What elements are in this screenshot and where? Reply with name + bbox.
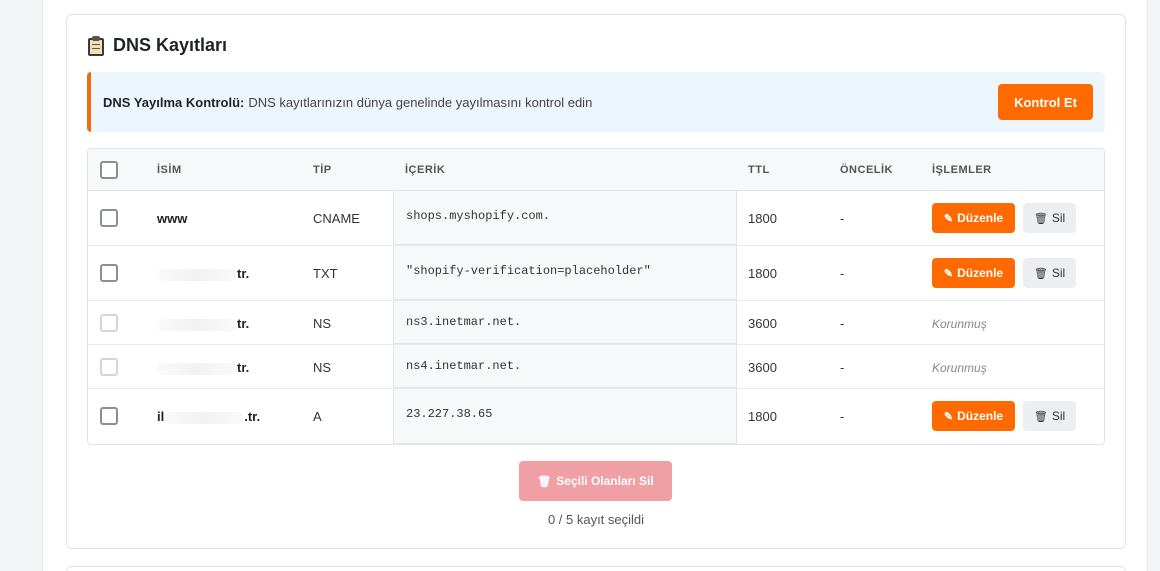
header-type: TİP <box>313 164 332 176</box>
record-type: CNAME <box>313 211 360 226</box>
record-name-prefix: il <box>157 409 165 424</box>
record-ttl: 1800 <box>748 409 777 424</box>
trash-icon: 🗑 <box>1033 267 1048 280</box>
trash-icon: 🗑 <box>1033 212 1048 225</box>
record-content: shops.myshopify.com. <box>393 191 737 245</box>
protected-label: Korunmuş <box>932 317 987 331</box>
table-row: il .tr. A 23.227.38.65 1800 - ✎ Düzenle 🗑… <box>88 389 1104 444</box>
edit-label: Düzenle <box>957 211 1004 225</box>
select-all-checkbox[interactable] <box>100 161 118 179</box>
next-card <box>66 566 1126 571</box>
notice-text: DNS kayıtlarınızın dünya genelinde yayıl… <box>248 94 593 110</box>
delete-button[interactable]: 🗑 Sil <box>1023 258 1076 288</box>
record-type: TXT <box>313 266 338 281</box>
trash-icon: 🗑 <box>1033 410 1048 423</box>
row-checkbox[interactable] <box>100 264 118 282</box>
delete-button[interactable]: 🗑 Sil <box>1023 203 1076 233</box>
redacted-name <box>157 268 237 281</box>
redacted-name <box>157 362 237 375</box>
record-name: www <box>157 211 188 226</box>
protected-label: Korunmuş <box>932 361 987 375</box>
notice-title: DNS Yayılma Kontrolü: <box>103 94 245 110</box>
record-type: A <box>313 409 322 424</box>
record-content: 23.227.38.65 <box>393 389 737 444</box>
header-actions: İŞLEMLER <box>932 164 992 176</box>
redacted-name <box>157 318 237 331</box>
row-checkbox-disabled <box>100 358 118 376</box>
record-ttl: 1800 <box>748 266 777 281</box>
edit-icon: ✎ <box>943 212 954 225</box>
record-name: tr. <box>157 266 249 281</box>
trash-icon: 🗑 <box>537 475 552 488</box>
card-header: DNS Kayıtları <box>87 35 227 56</box>
redacted-name <box>164 411 245 424</box>
dns-table: İSİM TİP İÇERİK TTL ÖNCELİK İŞLEMLER www… <box>87 148 1105 445</box>
card-title: DNS Kayıtları <box>113 35 228 55</box>
table-row: tr. NS ns4.inetmar.net. 3600 - Korunmuş <box>88 345 1104 389</box>
delete-label: Sil <box>1051 266 1066 280</box>
record-name-suffix: .tr. <box>244 409 261 424</box>
record-ttl: 3600 <box>748 316 777 331</box>
delete-selected-button[interactable]: 🗑 Seçili Olanları Sil <box>519 461 672 501</box>
header-content: İÇERİK <box>405 164 446 176</box>
record-name-suffix: tr. <box>237 266 250 281</box>
record-content: ns3.inetmar.net. <box>393 301 737 344</box>
table-header: İSİM TİP İÇERİK TTL ÖNCELİK İŞLEMLER <box>88 149 1104 191</box>
row-checkbox[interactable] <box>100 209 118 227</box>
edit-label: Düzenle <box>957 266 1004 280</box>
header-ttl: TTL <box>748 164 770 176</box>
dns-records-card: DNS Kayıtları DNS Yayılma Kontrolü: DNS … <box>66 14 1126 549</box>
record-name: il .tr. <box>157 409 260 424</box>
record-priority: - <box>840 211 845 226</box>
record-content: "shopify-verification=placeholder" <box>393 246 737 300</box>
record-priority: - <box>840 409 845 424</box>
header-name: İSİM <box>157 164 182 176</box>
record-type: NS <box>313 360 332 375</box>
record-priority: - <box>840 266 845 281</box>
check-propagation-button[interactable]: Kontrol Et <box>998 84 1093 120</box>
delete-label: Sil <box>1051 211 1066 225</box>
record-ttl: 3600 <box>748 360 777 375</box>
edit-button[interactable]: ✎ Düzenle <box>932 258 1015 288</box>
delete-button[interactable]: 🗑 Sil <box>1023 401 1076 431</box>
edit-label: Düzenle <box>957 409 1004 423</box>
delete-label: Sil <box>1051 409 1066 423</box>
record-content: ns4.inetmar.net. <box>393 345 737 388</box>
selection-count: 0 / 5 kayıt seçildi <box>547 512 645 527</box>
record-name: tr. <box>157 360 249 375</box>
clipboard-icon <box>87 35 105 56</box>
record-priority: - <box>840 316 845 331</box>
record-name-suffix: tr. <box>237 360 250 375</box>
record-name-suffix: tr. <box>237 316 250 331</box>
edit-button[interactable]: ✎ Düzenle <box>932 401 1015 431</box>
record-priority: - <box>840 360 845 375</box>
table-row: tr. NS ns3.inetmar.net. 3600 - Korunmuş <box>88 301 1104 345</box>
edit-button[interactable]: ✎ Düzenle <box>932 203 1015 233</box>
row-checkbox-disabled <box>100 314 118 332</box>
edit-icon: ✎ <box>943 410 954 423</box>
table-row: tr. TXT "shopify-verification=placeholde… <box>88 246 1104 301</box>
record-ttl: 1800 <box>748 211 777 226</box>
delete-selected-label: Seçili Olanları Sil <box>556 474 654 488</box>
row-checkbox[interactable] <box>100 407 118 425</box>
propagation-notice: DNS Yayılma Kontrolü: DNS kayıtlarınızın… <box>87 72 1105 132</box>
edit-icon: ✎ <box>943 267 954 280</box>
header-priority: ÖNCELİK <box>840 164 893 176</box>
record-name: tr. <box>157 316 249 331</box>
record-type: NS <box>313 316 332 331</box>
table-row: www CNAME shops.myshopify.com. 1800 - ✎ … <box>88 191 1104 246</box>
